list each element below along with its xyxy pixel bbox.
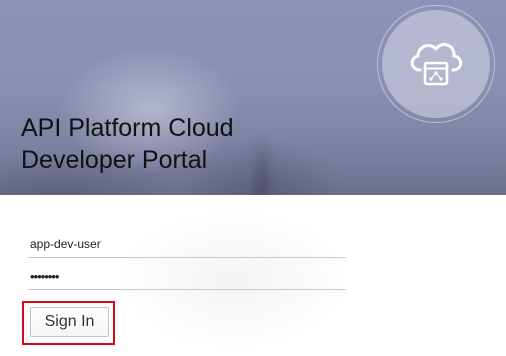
- username-field-container: [28, 233, 348, 258]
- page-title: API Platform Cloud Developer Portal: [21, 112, 234, 176]
- cloud-api-icon: [410, 43, 463, 86]
- signin-button[interactable]: Sign In: [30, 307, 109, 337]
- logo-badge: [382, 10, 490, 118]
- password-input[interactable]: [28, 265, 348, 287]
- password-field-container: [28, 265, 348, 290]
- page-title-line-1: API Platform Cloud: [21, 114, 234, 142]
- background-decoration: [255, 135, 269, 195]
- page-title-line-2: Developer Portal: [21, 146, 208, 174]
- header-banner: API Platform Cloud Developer Portal: [0, 0, 506, 195]
- username-input[interactable]: [28, 233, 348, 255]
